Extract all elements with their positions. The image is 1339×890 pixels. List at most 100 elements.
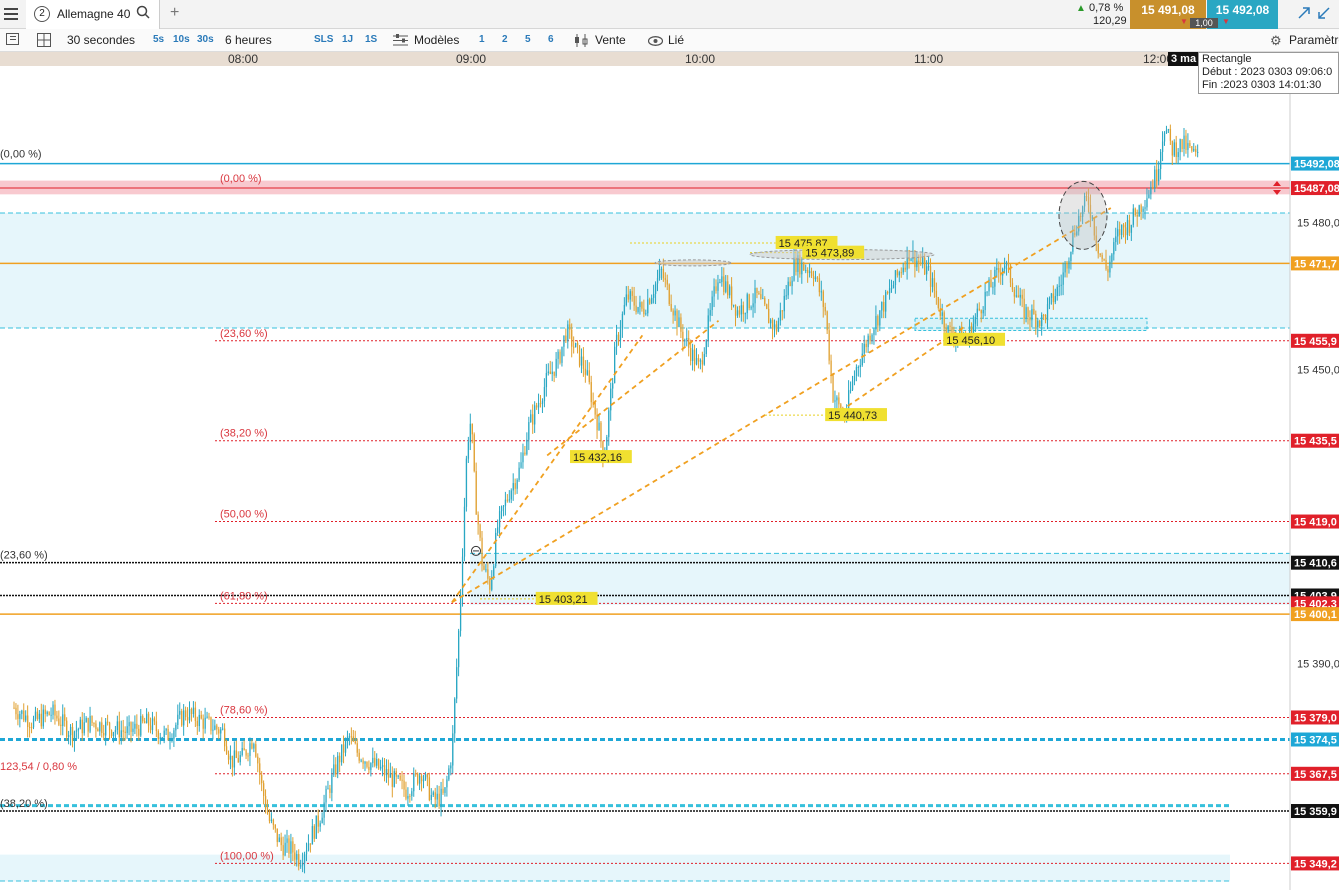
candle-body [1126, 220, 1129, 236]
candle-body [528, 422, 530, 440]
layout-grid-icon[interactable] [37, 33, 51, 50]
candle-body [699, 360, 702, 362]
sidebar-toggle-icon[interactable] [6, 33, 19, 45]
candle-body [750, 307, 752, 309]
candle-body [430, 795, 432, 801]
top-bar: 2 Allemagne 40 + ▲ 0,78 % 120,29 15 491,… [0, 0, 1339, 29]
candle-body [387, 769, 390, 778]
candle-body [23, 710, 25, 721]
candle-body [541, 401, 544, 404]
range-1s[interactable]: 1S [365, 34, 377, 45]
candle-body [926, 266, 928, 275]
candle-body [442, 788, 444, 793]
instrument-tab[interactable]: 2 Allemagne 40 [26, 0, 160, 29]
candle-body [278, 837, 280, 842]
tooltip-end: Fin :2023 0303 14:01:30 [1202, 79, 1322, 91]
candle-body [707, 315, 709, 341]
expand-icon[interactable] [1318, 7, 1330, 22]
price-chart[interactable]: (0,00 %) (23,60 %) (38,20 %) (50,00 %) (61,8… [0, 66, 1339, 890]
candle-body [1021, 294, 1023, 299]
candle-body [198, 714, 200, 727]
candle-body [793, 257, 795, 281]
interval-10s[interactable]: 10s [173, 34, 190, 45]
candle-body [748, 294, 750, 309]
gear-icon[interactable]: ⚙ [1270, 33, 1282, 49]
candle-body [456, 667, 458, 699]
model-slot-2[interactable]: 2 [502, 34, 508, 45]
candle-body [890, 288, 893, 290]
candle-body [114, 730, 117, 733]
interval-30s[interactable]: 30s [197, 34, 214, 45]
candle-body [268, 813, 271, 822]
model-slot-6[interactable]: 6 [548, 34, 554, 45]
candle-body [896, 270, 899, 276]
candle-body [239, 755, 241, 763]
linked-toggle[interactable]: Lié [668, 33, 684, 47]
range-sls[interactable]: SLS [314, 34, 333, 45]
candle-body [46, 712, 48, 715]
fib-left-label-3: 123,54 / 0,80 % [0, 761, 77, 773]
candle-body [1150, 187, 1152, 195]
detach-icon[interactable] [1298, 7, 1310, 22]
candle-body [1052, 293, 1055, 303]
candle-body [676, 310, 678, 328]
range-select[interactable]: 6 heures [225, 33, 272, 47]
candle-body [40, 713, 42, 727]
candle-body [112, 732, 115, 737]
candle-body [142, 716, 144, 722]
candle-body [869, 335, 871, 341]
price-label-2: 15 471,7 [1294, 258, 1337, 270]
candle-body [600, 422, 602, 442]
candle-body [1013, 289, 1016, 297]
fib-left-label-1: (23,60 %) [0, 550, 48, 562]
candle-body [575, 342, 577, 348]
candle-body [1097, 243, 1099, 254]
candle-body [764, 298, 766, 305]
candle-body [378, 758, 380, 769]
search-icon[interactable] [136, 5, 150, 22]
candle-body [321, 817, 323, 824]
candle-body [1130, 224, 1133, 233]
candle-body [863, 343, 865, 354]
candle-body [719, 282, 721, 284]
candle-body [497, 527, 499, 533]
interval-5s[interactable]: 5s [153, 34, 164, 45]
candle-body [651, 297, 653, 304]
interval-select[interactable]: 30 secondes [67, 33, 135, 47]
candle-body [419, 775, 421, 784]
fib-left-label-0: (0,00 %) [0, 149, 42, 161]
price-type-select[interactable]: Vente [595, 33, 626, 47]
candle-body [629, 291, 631, 300]
candle-body [781, 310, 783, 312]
candle-body [941, 312, 943, 316]
range-1j[interactable]: 1J [342, 34, 353, 45]
candle-body [594, 402, 596, 415]
fib-label-5: (78,60 %) [220, 704, 268, 716]
candle-body [1031, 308, 1033, 321]
candle-body [1173, 142, 1175, 156]
candle-body [1179, 139, 1181, 153]
add-tab-button[interactable]: + [170, 4, 179, 22]
params-button[interactable]: Paramètre [1289, 33, 1339, 47]
candle-body [565, 335, 567, 341]
candle-body [422, 779, 425, 782]
candle-body [684, 339, 686, 342]
candle-body [731, 286, 733, 306]
models-menu[interactable]: Modèles [414, 33, 459, 47]
model-slot-5[interactable]: 5 [525, 34, 531, 45]
model-slot-1[interactable]: 1 [479, 34, 485, 45]
candle-body [81, 719, 83, 734]
price-label-9: 15 400,1 [1294, 609, 1337, 621]
candle-body [645, 313, 647, 315]
candle-body [372, 757, 374, 764]
candle-body [124, 731, 126, 734]
candle-body [563, 335, 565, 347]
candle-body [358, 752, 360, 761]
candle-body [286, 838, 288, 843]
candle-body [1195, 148, 1197, 153]
candle-body [771, 319, 774, 330]
candle-body [225, 746, 228, 754]
fib-label-1: (23,60 %) [220, 328, 268, 340]
hamburger-menu-icon[interactable] [4, 6, 18, 20]
candle-body [861, 353, 863, 366]
